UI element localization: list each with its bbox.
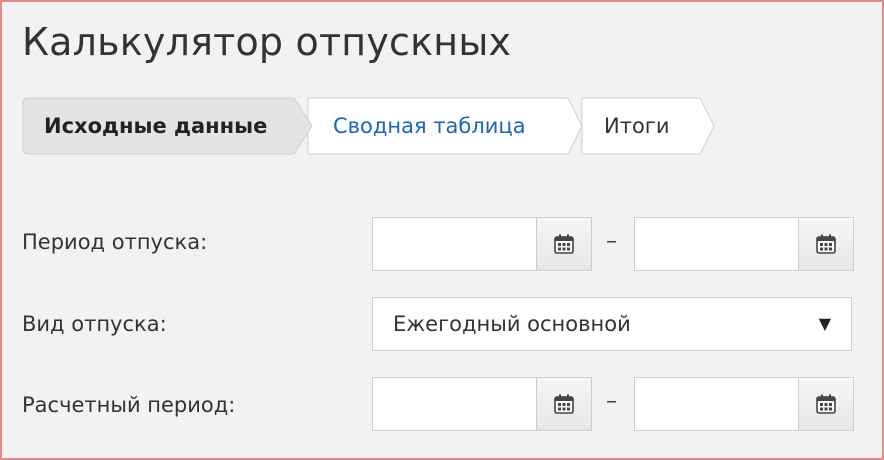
calc-period-label: Расчетный период: <box>22 393 236 417</box>
vacation-type-select[interactable]: Ежегодный основной ▼ <box>372 297 852 351</box>
calc-period-from <box>372 377 592 431</box>
calc-period-from-calendar-button[interactable] <box>536 378 591 430</box>
step-summary-table[interactable]: Сводная таблица <box>333 97 526 155</box>
vacation-period-to <box>634 217 854 271</box>
vacation-period-from <box>372 217 592 271</box>
calendar-icon <box>554 394 574 414</box>
calculator-panel: Калькулятор отпускных Исходные данные Св… <box>0 0 884 460</box>
vacation-period-label: Период отпуска: <box>22 230 208 254</box>
calendar-icon <box>816 394 836 414</box>
calc-period-to <box>634 377 854 431</box>
vacation-period-to-calendar-button[interactable] <box>798 218 853 270</box>
page-title: Калькулятор отпускных <box>22 20 512 64</box>
calc-period-separator: – <box>606 389 617 414</box>
calc-period-to-calendar-button[interactable] <box>798 378 853 430</box>
calc-period-to-input[interactable] <box>635 378 799 430</box>
vacation-period-from-calendar-button[interactable] <box>536 218 591 270</box>
triangle-down-icon: ▼ <box>818 314 831 333</box>
calendar-icon <box>554 234 574 254</box>
vacation-period-to-input[interactable] <box>635 218 799 270</box>
vacation-type-label: Вид отпуска: <box>22 312 167 336</box>
calc-period-from-input[interactable] <box>373 378 537 430</box>
vacation-type-selected-value: Ежегодный основной <box>393 312 631 336</box>
calendar-icon <box>816 234 836 254</box>
steps-breadcrumb: Исходные данные Сводная таблица Итоги <box>22 97 722 155</box>
vacation-period-from-input[interactable] <box>373 218 537 270</box>
step-initial-data[interactable]: Исходные данные <box>44 97 267 155</box>
step-results[interactable]: Итоги <box>604 97 669 155</box>
vacation-period-separator: – <box>606 229 617 254</box>
